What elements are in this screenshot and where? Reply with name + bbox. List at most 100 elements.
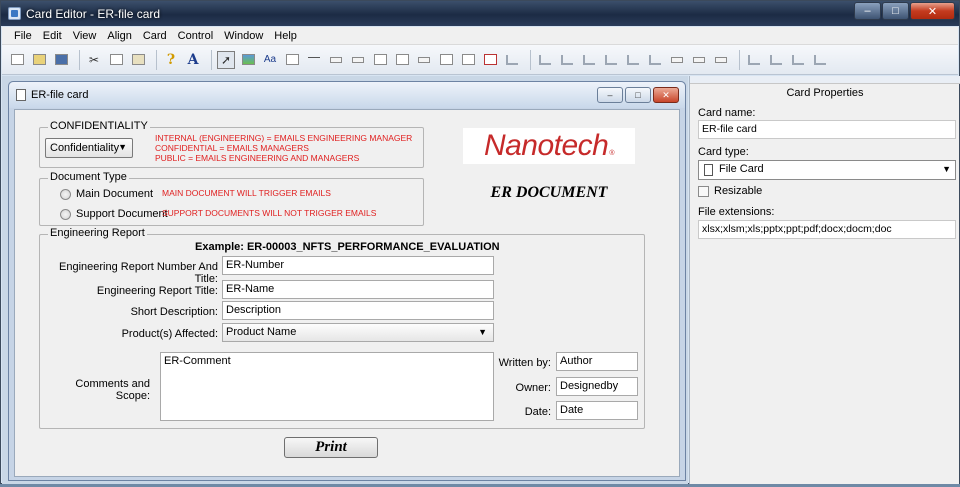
card-window-title: ER-file card	[31, 89, 89, 101]
minimize-button[interactable]: –	[854, 2, 881, 20]
owner-field[interactable]: Designedby	[556, 377, 638, 396]
nanotech-logo: Nanotech ®	[463, 128, 635, 164]
title-bar[interactable]: Card Editor - ER-file card – □ ✕	[1, 1, 959, 26]
toolbar-separator	[156, 49, 157, 70]
send-back-icon[interactable]	[811, 51, 829, 69]
same-height-icon[interactable]	[690, 51, 708, 69]
products-affected-dropdown[interactable]: Product Name ▼	[222, 323, 494, 342]
grid-icon[interactable]	[437, 51, 455, 69]
bring-front-icon[interactable]	[789, 51, 807, 69]
resizable-checkbox[interactable]: Resizable	[698, 185, 762, 197]
align-top-icon[interactable]	[580, 51, 598, 69]
image-icon[interactable]	[239, 51, 257, 69]
chevron-down-icon: ▼	[478, 327, 487, 337]
text-icon[interactable]: Aa	[261, 51, 279, 69]
center-h-icon[interactable]	[745, 51, 763, 69]
same-size-icon[interactable]	[712, 51, 730, 69]
paste-icon[interactable]	[129, 51, 147, 69]
maximize-button[interactable]: □	[882, 2, 909, 20]
card-window-controls: – □ ✕	[595, 87, 679, 103]
card-maximize-button[interactable]: □	[625, 87, 651, 103]
confidentiality-note: INTERNAL (ENGINEERING) = EMAILS ENGINEER…	[155, 133, 412, 163]
engineering-report-group: Engineering Report Example: ER-00003_NFT…	[39, 227, 645, 429]
card-canvas: CONFIDENTIALITY Confidentiality ▼ INTERN…	[14, 109, 680, 477]
short-description-label: Short Description:	[130, 306, 218, 318]
menu-file[interactable]: File	[14, 30, 32, 42]
align-bottom-icon[interactable]	[602, 51, 620, 69]
chevron-down-icon: ▼	[118, 142, 127, 152]
save-icon[interactable]	[52, 51, 70, 69]
comments-field[interactable]: ER-Comment	[160, 352, 494, 421]
button-icon[interactable]	[327, 51, 345, 69]
tree-icon[interactable]	[503, 51, 521, 69]
tab-icon[interactable]	[481, 51, 499, 69]
report-number-field[interactable]: ER-Number	[222, 256, 494, 275]
resizable-label: Resizable	[714, 185, 763, 197]
menu-help[interactable]: Help	[274, 30, 297, 42]
menu-window[interactable]: Window	[224, 30, 263, 42]
menu-view[interactable]: View	[73, 30, 97, 42]
main-document-radio[interactable]: Main Document	[60, 188, 153, 200]
logo-registered-mark: ®	[609, 149, 615, 157]
chevron-down-icon: ▼	[942, 164, 951, 174]
properties-title: Card Properties	[786, 87, 864, 99]
frame-icon[interactable]	[371, 51, 389, 69]
app-icon	[8, 7, 21, 20]
line-icon[interactable]	[305, 51, 323, 69]
report-title-field[interactable]: ER-Name	[222, 280, 494, 299]
distribute-h-icon[interactable]	[624, 51, 642, 69]
card-editor-window: Card Editor - ER-file card – □ ✕ File Ed…	[0, 0, 960, 484]
new-icon[interactable]	[8, 51, 26, 69]
radio-icon	[60, 188, 71, 200]
card-window-title-bar[interactable]: ER-file card – □ ✕	[9, 82, 685, 108]
report-example-text: Example: ER-00003_NFTS_PERFORMANCE_EVALU…	[195, 241, 500, 253]
confidentiality-dropdown[interactable]: Confidentiality ▼	[45, 138, 133, 158]
document-type-legend: Document Type	[48, 171, 129, 183]
font-icon[interactable]: A	[184, 51, 202, 69]
pointer-icon[interactable]: ➚	[217, 50, 235, 69]
toolbar-separator	[79, 49, 80, 70]
help-icon[interactable]: ?	[162, 51, 180, 69]
window-title: Card Editor - ER-file card	[26, 7, 161, 21]
radio-icon[interactable]	[349, 51, 367, 69]
combo-icon[interactable]	[459, 51, 477, 69]
align-left-icon[interactable]	[536, 51, 554, 69]
support-document-radio[interactable]: Support Document	[60, 208, 168, 220]
document-type-group: Document Type Main Document MAIN DOCUMEN…	[39, 171, 424, 226]
distribute-v-icon[interactable]	[646, 51, 664, 69]
toolbar-separator	[530, 49, 531, 70]
short-description-field[interactable]: Description	[222, 301, 494, 320]
open-icon[interactable]	[30, 51, 48, 69]
card-type-dropdown[interactable]: File Card ▼	[698, 160, 956, 180]
written-by-field[interactable]: Author	[556, 352, 638, 371]
date-field[interactable]: Date	[556, 401, 638, 420]
close-button[interactable]: ✕	[910, 2, 955, 20]
card-name-field[interactable]: ER-file card	[698, 120, 956, 139]
card-type-value: File Card	[719, 163, 764, 175]
card-minimize-button[interactable]: –	[597, 87, 623, 103]
toolbar: ✂ ? A ➚ Aa	[2, 45, 958, 75]
card-design-window: ER-file card – □ ✕ CONFIDENTIALITY Confi…	[8, 81, 686, 481]
same-width-icon[interactable]	[668, 51, 686, 69]
report-number-label: Engineering Report Number And Title:	[59, 261, 218, 285]
products-affected-label: Product(s) Affected:	[121, 328, 218, 340]
print-button[interactable]: Print	[284, 437, 378, 458]
center-v-icon[interactable]	[767, 51, 785, 69]
checkbox-icon[interactable]	[393, 51, 411, 69]
card-type-label: Card type:	[698, 146, 749, 158]
align-right-icon[interactable]	[558, 51, 576, 69]
copy-icon[interactable]	[107, 51, 125, 69]
support-document-note: SUPPORT DOCUMENTS WILL NOT TRIGGER EMAIL…	[162, 208, 377, 218]
toolbar-separator	[211, 49, 212, 70]
file-extensions-field[interactable]: xlsx;xlsm;xls;pptx;ppt;pdf;docx;docm;doc	[698, 220, 956, 239]
card-close-button[interactable]: ✕	[653, 87, 679, 103]
date-label: Date:	[524, 406, 551, 418]
menu-edit[interactable]: Edit	[43, 30, 62, 42]
menu-card[interactable]: Card	[143, 30, 167, 42]
written-by-label: Written by:	[498, 357, 551, 369]
menu-control[interactable]: Control	[178, 30, 213, 42]
list-icon[interactable]	[415, 51, 433, 69]
cut-icon[interactable]: ✂	[85, 51, 103, 69]
label-icon[interactable]	[283, 51, 301, 69]
menu-align[interactable]: Align	[107, 30, 131, 42]
